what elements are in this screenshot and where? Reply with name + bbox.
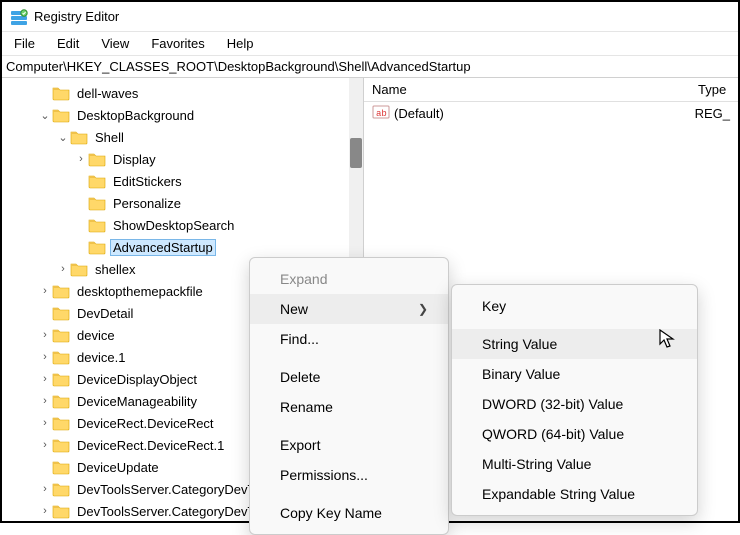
column-header-type[interactable]: Type: [694, 82, 726, 97]
context-submenu-new: Key String Value Binary Value DWORD (32-…: [451, 284, 698, 516]
folder-icon: [88, 151, 106, 167]
tree-node-label[interactable]: EditStickers: [110, 173, 185, 190]
tree-node-label[interactable]: Display: [110, 151, 159, 168]
list-row-type: REG_: [695, 106, 730, 121]
menu-favorites[interactable]: Favorites: [141, 34, 214, 53]
tree-node-label[interactable]: AdvancedStartup: [110, 239, 216, 256]
ctx-find[interactable]: Find...: [250, 324, 448, 354]
column-header-name[interactable]: Name: [364, 82, 694, 97]
window-title: Registry Editor: [34, 9, 119, 24]
folder-icon: [88, 217, 106, 233]
folder-icon: [52, 371, 70, 387]
address-text: Computer\HKEY_CLASSES_ROOT\DesktopBackgr…: [6, 59, 471, 74]
ctx-rename[interactable]: Rename: [250, 392, 448, 422]
ctx-permissions[interactable]: Permissions...: [250, 460, 448, 490]
menu-edit[interactable]: Edit: [47, 34, 89, 53]
tree-row[interactable]: › Display: [2, 148, 363, 170]
tree-node-label[interactable]: DeviceRect.DeviceRect.1: [74, 437, 227, 454]
menu-file[interactable]: File: [4, 34, 45, 53]
folder-icon: [52, 349, 70, 365]
tree-node-label[interactable]: DeviceManageability: [74, 393, 200, 410]
tree-row[interactable]: ›ShowDesktopSearch: [2, 214, 363, 236]
folder-icon: [52, 437, 70, 453]
folder-icon: [88, 195, 106, 211]
tree-row[interactable]: ›EditStickers: [2, 170, 363, 192]
ctx-expand: Expand: [250, 264, 448, 294]
list-row[interactable]: ab (Default) REG_: [364, 102, 738, 124]
folder-icon: [52, 305, 70, 321]
tree-node-label[interactable]: DeviceDisplayObject: [74, 371, 200, 388]
string-value-icon: ab: [372, 104, 390, 123]
tree-node-label[interactable]: DesktopBackground: [74, 107, 197, 124]
list-header: Name Type: [364, 78, 738, 102]
title-bar: Registry Editor: [2, 2, 738, 32]
tree-row[interactable]: ⌄ DesktopBackground: [2, 104, 363, 126]
ctx-new-multistring[interactable]: Multi-String Value: [452, 449, 697, 479]
chevron-right-icon[interactable]: ›: [38, 483, 52, 495]
address-bar[interactable]: Computer\HKEY_CLASSES_ROOT\DesktopBackgr…: [2, 56, 738, 78]
folder-icon: [88, 173, 106, 189]
tree-node-label[interactable]: DeviceRect.DeviceRect: [74, 415, 217, 432]
context-menu-key: Expand New ❯ Find... Delete Rename Expor…: [249, 257, 449, 535]
chevron-right-icon[interactable]: ›: [38, 417, 52, 429]
tree-node-label[interactable]: dell-waves: [74, 85, 141, 102]
tree-node-label[interactable]: ShowDesktopSearch: [110, 217, 237, 234]
ctx-delete[interactable]: Delete: [250, 362, 448, 392]
tree-node-label[interactable]: Personalize: [110, 195, 184, 212]
chevron-down-icon[interactable]: ⌄: [56, 131, 70, 144]
chevron-right-icon[interactable]: ›: [38, 439, 52, 451]
folder-icon: [52, 327, 70, 343]
chevron-right-icon[interactable]: ›: [74, 153, 88, 165]
menu-help[interactable]: Help: [217, 34, 264, 53]
chevron-right-icon[interactable]: ›: [38, 329, 52, 341]
chevron-right-icon[interactable]: ›: [38, 505, 52, 517]
tree-row[interactable]: ›AdvancedStartup: [2, 236, 363, 258]
folder-icon: [52, 481, 70, 497]
chevron-right-icon[interactable]: ›: [38, 395, 52, 407]
tree-node-label[interactable]: device.1: [74, 349, 128, 366]
folder-icon: [52, 283, 70, 299]
ctx-new-expandstring[interactable]: Expandable String Value: [452, 479, 697, 509]
chevron-right-icon[interactable]: ›: [38, 285, 52, 297]
folder-icon: [52, 85, 70, 101]
tree-row[interactable]: ›dell-waves: [2, 82, 363, 104]
tree-node-label[interactable]: device: [74, 327, 118, 344]
tree-row[interactable]: ›Personalize: [2, 192, 363, 214]
tree-node-label[interactable]: desktopthemepackfile: [74, 283, 206, 300]
folder-icon: [52, 415, 70, 431]
svg-text:ab: ab: [376, 109, 387, 119]
ctx-copy-key-name[interactable]: Copy Key Name: [250, 498, 448, 528]
folder-icon: [88, 239, 106, 255]
chevron-down-icon[interactable]: ⌄: [38, 109, 52, 122]
tree-node-label[interactable]: Shell: [92, 129, 127, 146]
folder-icon: [52, 459, 70, 475]
chevron-right-icon[interactable]: ›: [38, 373, 52, 385]
folder-icon: [70, 261, 88, 277]
tree-node-label[interactable]: DeviceUpdate: [74, 459, 162, 476]
chevron-right-icon: ❯: [418, 302, 428, 316]
ctx-new[interactable]: New ❯: [250, 294, 448, 324]
tree-row[interactable]: ⌄ Shell: [2, 126, 363, 148]
ctx-new-string[interactable]: String Value: [452, 329, 697, 359]
chevron-right-icon[interactable]: ›: [56, 263, 70, 275]
regedit-icon: [10, 8, 28, 26]
tree-scrollbar-thumb[interactable]: [350, 138, 362, 168]
ctx-new-qword[interactable]: QWORD (64-bit) Value: [452, 419, 697, 449]
ctx-new-key[interactable]: Key: [452, 291, 697, 321]
folder-icon: [52, 107, 70, 123]
menu-bar: File Edit View Favorites Help: [2, 32, 738, 56]
chevron-right-icon[interactable]: ›: [38, 351, 52, 363]
ctx-new-dword[interactable]: DWORD (32-bit) Value: [452, 389, 697, 419]
ctx-export[interactable]: Export: [250, 430, 448, 460]
tree-node-label[interactable]: DevDetail: [74, 305, 136, 322]
folder-icon: [52, 393, 70, 409]
ctx-new-binary[interactable]: Binary Value: [452, 359, 697, 389]
folder-icon: [52, 503, 70, 519]
tree-node-label[interactable]: shellex: [92, 261, 138, 278]
folder-icon: [70, 129, 88, 145]
list-row-name: (Default): [390, 106, 444, 121]
menu-view[interactable]: View: [91, 34, 139, 53]
